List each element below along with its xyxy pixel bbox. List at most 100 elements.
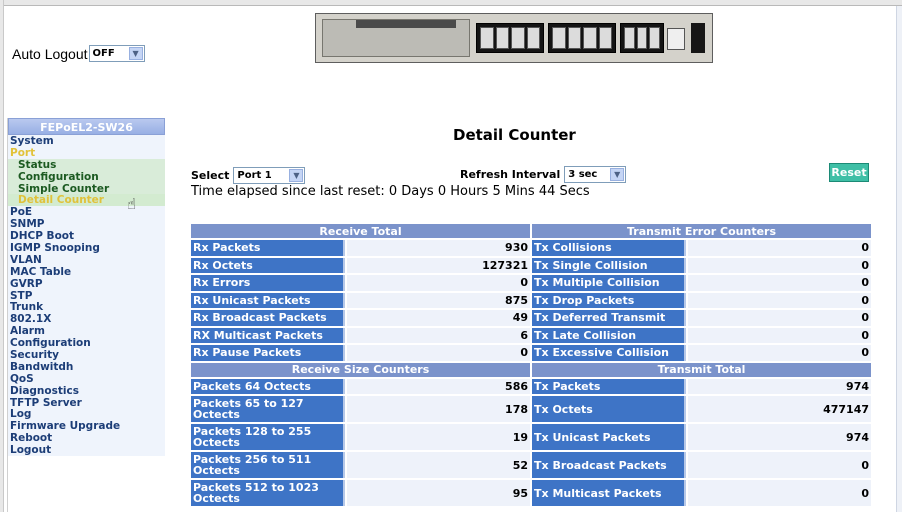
sidebar-item-port[interactable]: Port — [8, 146, 165, 159]
counter-value: 0 — [688, 275, 872, 291]
counter-value: 0 — [688, 480, 872, 506]
counter-value: 178 — [347, 396, 531, 422]
hand-pointer-icon: ☝ — [127, 195, 137, 213]
counter-value: 0 — [688, 345, 872, 361]
counter-value: 875 — [347, 292, 531, 308]
counter-value: 477147 — [688, 396, 872, 422]
auto-logout-select[interactable]: OFF ▼ — [88, 45, 145, 62]
counter-value: 0 — [688, 327, 872, 343]
counter-label: Packets 256 to 511 Octects — [191, 452, 345, 478]
table-row: Rx Broadcast Packets 49 Tx Deferred Transm… — [191, 310, 872, 326]
counter-label: Rx Octets — [191, 257, 345, 273]
counter-value: 0 — [688, 452, 872, 478]
sidebar-item-reboot[interactable]: Reboot — [8, 432, 165, 444]
sidebar-item-qos[interactable]: QoS — [8, 372, 165, 385]
counter-label: Rx Unicast Packets — [191, 292, 345, 308]
window-top-border — [0, 0, 902, 6]
counter-value: 6 — [347, 327, 531, 343]
sidebar-item-bandwitdh[interactable]: Bandwitdh — [8, 360, 165, 373]
sidebar-item-configuration[interactable]: Configuration — [8, 170, 165, 183]
sidebar-item-system[interactable]: System — [8, 135, 165, 147]
table-row: Rx Octets 127321 Tx Single Collision 0 — [191, 257, 872, 273]
sidebar-item-dhcp-boot[interactable]: DHCP Boot — [8, 230, 165, 242]
counter-label: Tx Broadcast Packets — [532, 452, 687, 478]
table-row: RX Multicast Packets 6 Tx Late Collision 0 — [191, 327, 872, 343]
section-header-row: Receive Total Transmit Error Counters — [191, 224, 872, 238]
sidebar-item-gvrp[interactable]: GVRP — [8, 277, 165, 290]
console-port — [691, 23, 705, 53]
sidebar-item-log[interactable]: Log — [8, 408, 165, 420]
chevron-down-icon[interactable]: ▼ — [289, 168, 304, 182]
table-row: Packets 256 to 511 Octects 52 Tx Broadcast… — [191, 452, 872, 478]
sidebar-item-igmp-snooping[interactable]: IGMP Snooping — [8, 242, 165, 254]
sidebar-item-simple-counter[interactable]: Simple Counter — [8, 182, 165, 195]
port-group-3 — [620, 23, 664, 53]
sidebar-item-tftp-server[interactable]: TFTP Server — [8, 396, 165, 409]
counter-value: 0 — [688, 240, 872, 256]
counter-value: 0 — [688, 310, 872, 326]
counter-label: Packets 65 to 127 Octects — [191, 396, 345, 422]
counter-label: Rx Errors — [191, 275, 345, 291]
section-header: Transmit Total — [532, 362, 872, 377]
table-row: Rx Errors 0 Tx Multiple Collision 0 — [191, 275, 872, 291]
table-row: Rx Unicast Packets 875 Tx Drop Packets 0 — [191, 292, 872, 308]
sidebar-item-poe[interactable]: PoE — [8, 206, 165, 218]
sidebar-item-stp[interactable]: STP — [8, 289, 165, 302]
elapsed-time-text: Time elapsed since last reset: 0 Days 0 … — [191, 184, 590, 199]
vertical-scrollbar[interactable] — [896, 6, 902, 512]
chevron-down-icon[interactable]: ▼ — [610, 168, 625, 181]
sidebar-item-firmware-upgrade[interactable]: Firmware Upgrade — [8, 420, 165, 432]
table-row: Packets 512 to 1023 Octects 95 Tx Multicas… — [191, 480, 872, 506]
counter-label: Tx Excessive Collision — [532, 345, 687, 361]
sfp-port-1 — [667, 28, 685, 50]
sidebar-item-mac-table[interactable]: MAC Table — [8, 265, 165, 278]
counter-label: Rx Pause Packets — [191, 345, 345, 361]
port-group-2 — [548, 23, 616, 53]
refresh-interval-label: Refresh Interval — [460, 168, 561, 181]
reset-button[interactable]: Reset — [829, 163, 869, 182]
counter-label: Rx Broadcast Packets — [191, 310, 345, 326]
sidebar-item-status[interactable]: Status — [8, 158, 165, 171]
chevron-down-icon[interactable]: ▼ — [128, 47, 143, 60]
counter-label: RX Multicast Packets — [191, 327, 345, 343]
section-header: Transmit Error Counters — [532, 224, 872, 238]
sidebar-item-configuration[interactable]: Configuration — [8, 337, 165, 349]
port-select-label: Select — [191, 168, 230, 182]
sidebar: FEPoEL2-SW26 System Port Status Configurati… — [7, 118, 165, 512]
sidebar-item-detail-counter[interactable]: Detail Counter — [8, 194, 165, 206]
counter-value: 127321 — [347, 257, 531, 273]
sidebar-item-snmp[interactable]: SNMP — [8, 218, 165, 230]
refresh-interval-select[interactable]: 3 sec ▼ — [564, 166, 627, 183]
port-select[interactable]: Port 1 ▼ — [233, 166, 306, 184]
detail-counter-table: Receive Total Transmit Error Counters Rx P… — [189, 222, 873, 508]
sidebar-title: FEPoEL2-SW26 — [8, 118, 165, 135]
counter-label: Packets 128 to 255 Octects — [191, 424, 345, 450]
window-left-border — [0, 0, 4, 512]
refresh-interval-value: 3 sec — [568, 169, 598, 180]
counter-value: 930 — [347, 240, 531, 256]
table-row: Packets 64 Octects 586 Tx Packets 974 — [191, 378, 872, 394]
sidebar-item-alarm[interactable]: Alarm — [8, 325, 165, 337]
counter-label: Tx Packets — [532, 378, 687, 394]
switch-panel-image — [315, 13, 713, 63]
counter-value: 586 — [347, 378, 531, 394]
table-row: Rx Pause Packets 0 Tx Excessive Collision 0 — [191, 345, 872, 361]
sidebar-item-security[interactable]: Security — [8, 349, 165, 361]
section-header: Receive Total — [191, 224, 531, 238]
counter-value: 19 — [347, 424, 531, 450]
counter-value: 0 — [347, 275, 531, 291]
sidebar-item-802-1x[interactable]: 802.1X — [8, 313, 165, 325]
sidebar-item-logout[interactable]: Logout — [8, 444, 165, 456]
sidebar-item-diagnostics[interactable]: Diagnostics — [8, 384, 165, 397]
counter-label: Packets 64 Octects — [191, 378, 345, 394]
sidebar-item-vlan[interactable]: VLAN — [8, 253, 165, 266]
table-row: Packets 128 to 255 Octects 19 Tx Unicast P… — [191, 424, 872, 450]
counter-label: Tx Late Collision — [532, 327, 687, 343]
sidebar-item-trunk[interactable]: Trunk — [8, 301, 165, 313]
counter-label: Tx Single Collision — [532, 257, 687, 273]
counter-label: Tx Drop Packets — [532, 292, 687, 308]
port-select-value: Port 1 — [237, 169, 272, 181]
counter-toolbar: Select Port 1 ▼ Refresh Interval 3 sec ▼… — [191, 163, 869, 184]
counter-value: 974 — [688, 424, 872, 450]
table-row: Rx Packets 930 Tx Collisions 0 — [191, 240, 872, 256]
